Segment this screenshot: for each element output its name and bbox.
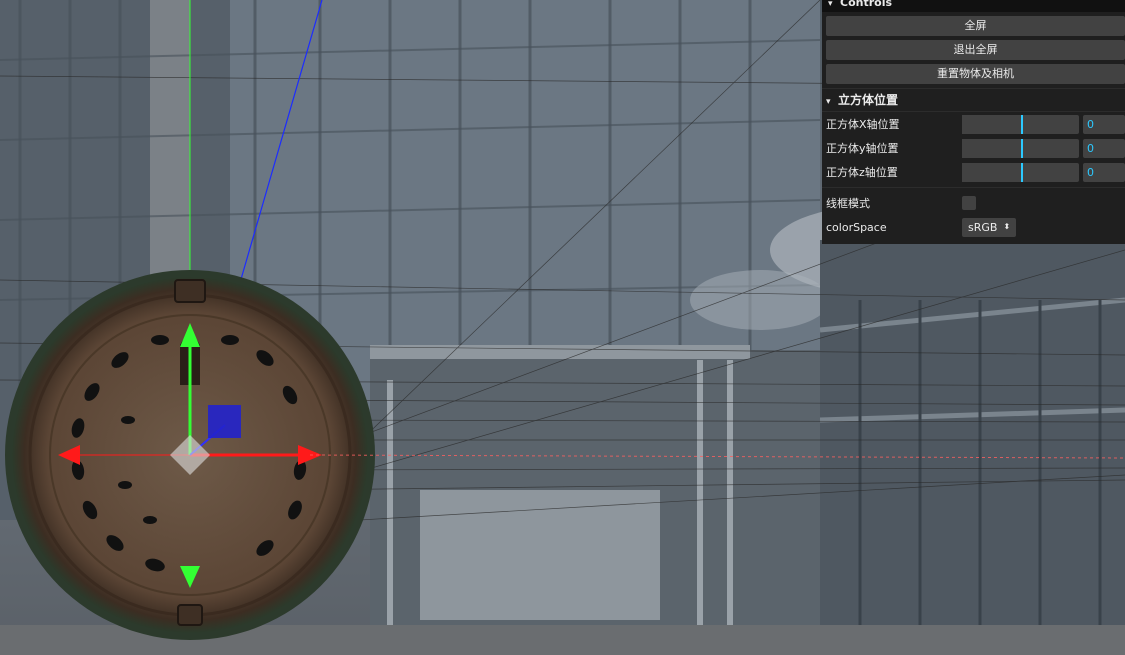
slider-row-y: 正方体y轴位置 0 [822, 136, 1125, 160]
slider-fill-z [962, 162, 1023, 182]
controls-title-bar[interactable]: ▾ Controls [822, 0, 1125, 12]
slider-row-x: 正方体X轴位置 0 [822, 112, 1125, 136]
reset-object-camera-button[interactable]: 重置物体及相机 [826, 64, 1125, 84]
controls-panel: ▾ Controls 全屏 退出全屏 重置物体及相机 ▾ 立方体位置 正方体X轴位置… [822, 0, 1125, 244]
number-input-x[interactable]: 0 [1083, 114, 1125, 134]
slider-y[interactable] [962, 138, 1079, 158]
colorspace-select[interactable]: sRGB ⬍ [962, 217, 1017, 237]
slider-fill-x [962, 114, 1023, 134]
controls-title: Controls [840, 0, 893, 9]
slider-label-x: 正方体X轴位置 [826, 118, 900, 131]
slider-z[interactable] [962, 162, 1079, 182]
slider-fill-y [962, 138, 1023, 158]
wireframe-row: 线框模式 [822, 191, 1125, 215]
chevron-down-icon: ▾ [826, 97, 831, 107]
colorspace-value: sRGB [968, 220, 998, 234]
slider-label-y: 正方体y轴位置 [826, 142, 899, 155]
wireframe-label: 线框模式 [826, 197, 870, 210]
divider [822, 187, 1125, 188]
colorspace-row: colorSpace sRGB ⬍ [822, 215, 1125, 239]
fullscreen-button[interactable]: 全屏 [826, 16, 1125, 36]
number-input-z[interactable]: 0 [1083, 162, 1125, 182]
folder-title: 立方体位置 [838, 93, 899, 107]
xy-plane-handle [208, 405, 241, 438]
slider-label-z: 正方体z轴位置 [826, 166, 898, 179]
number-input-y[interactable]: 0 [1083, 138, 1125, 158]
exit-fullscreen-button[interactable]: 退出全屏 [826, 40, 1125, 60]
folder-cube-position[interactable]: ▾ 立方体位置 [822, 88, 1125, 112]
slider-row-z: 正方体z轴位置 0 [822, 160, 1125, 184]
slider-x[interactable] [962, 114, 1079, 134]
chevron-down-icon: ▾ [828, 0, 833, 9]
wireframe-checkbox[interactable] [962, 196, 976, 210]
colorspace-label: colorSpace [826, 220, 887, 234]
up-down-icon: ⬍ [1003, 222, 1011, 231]
